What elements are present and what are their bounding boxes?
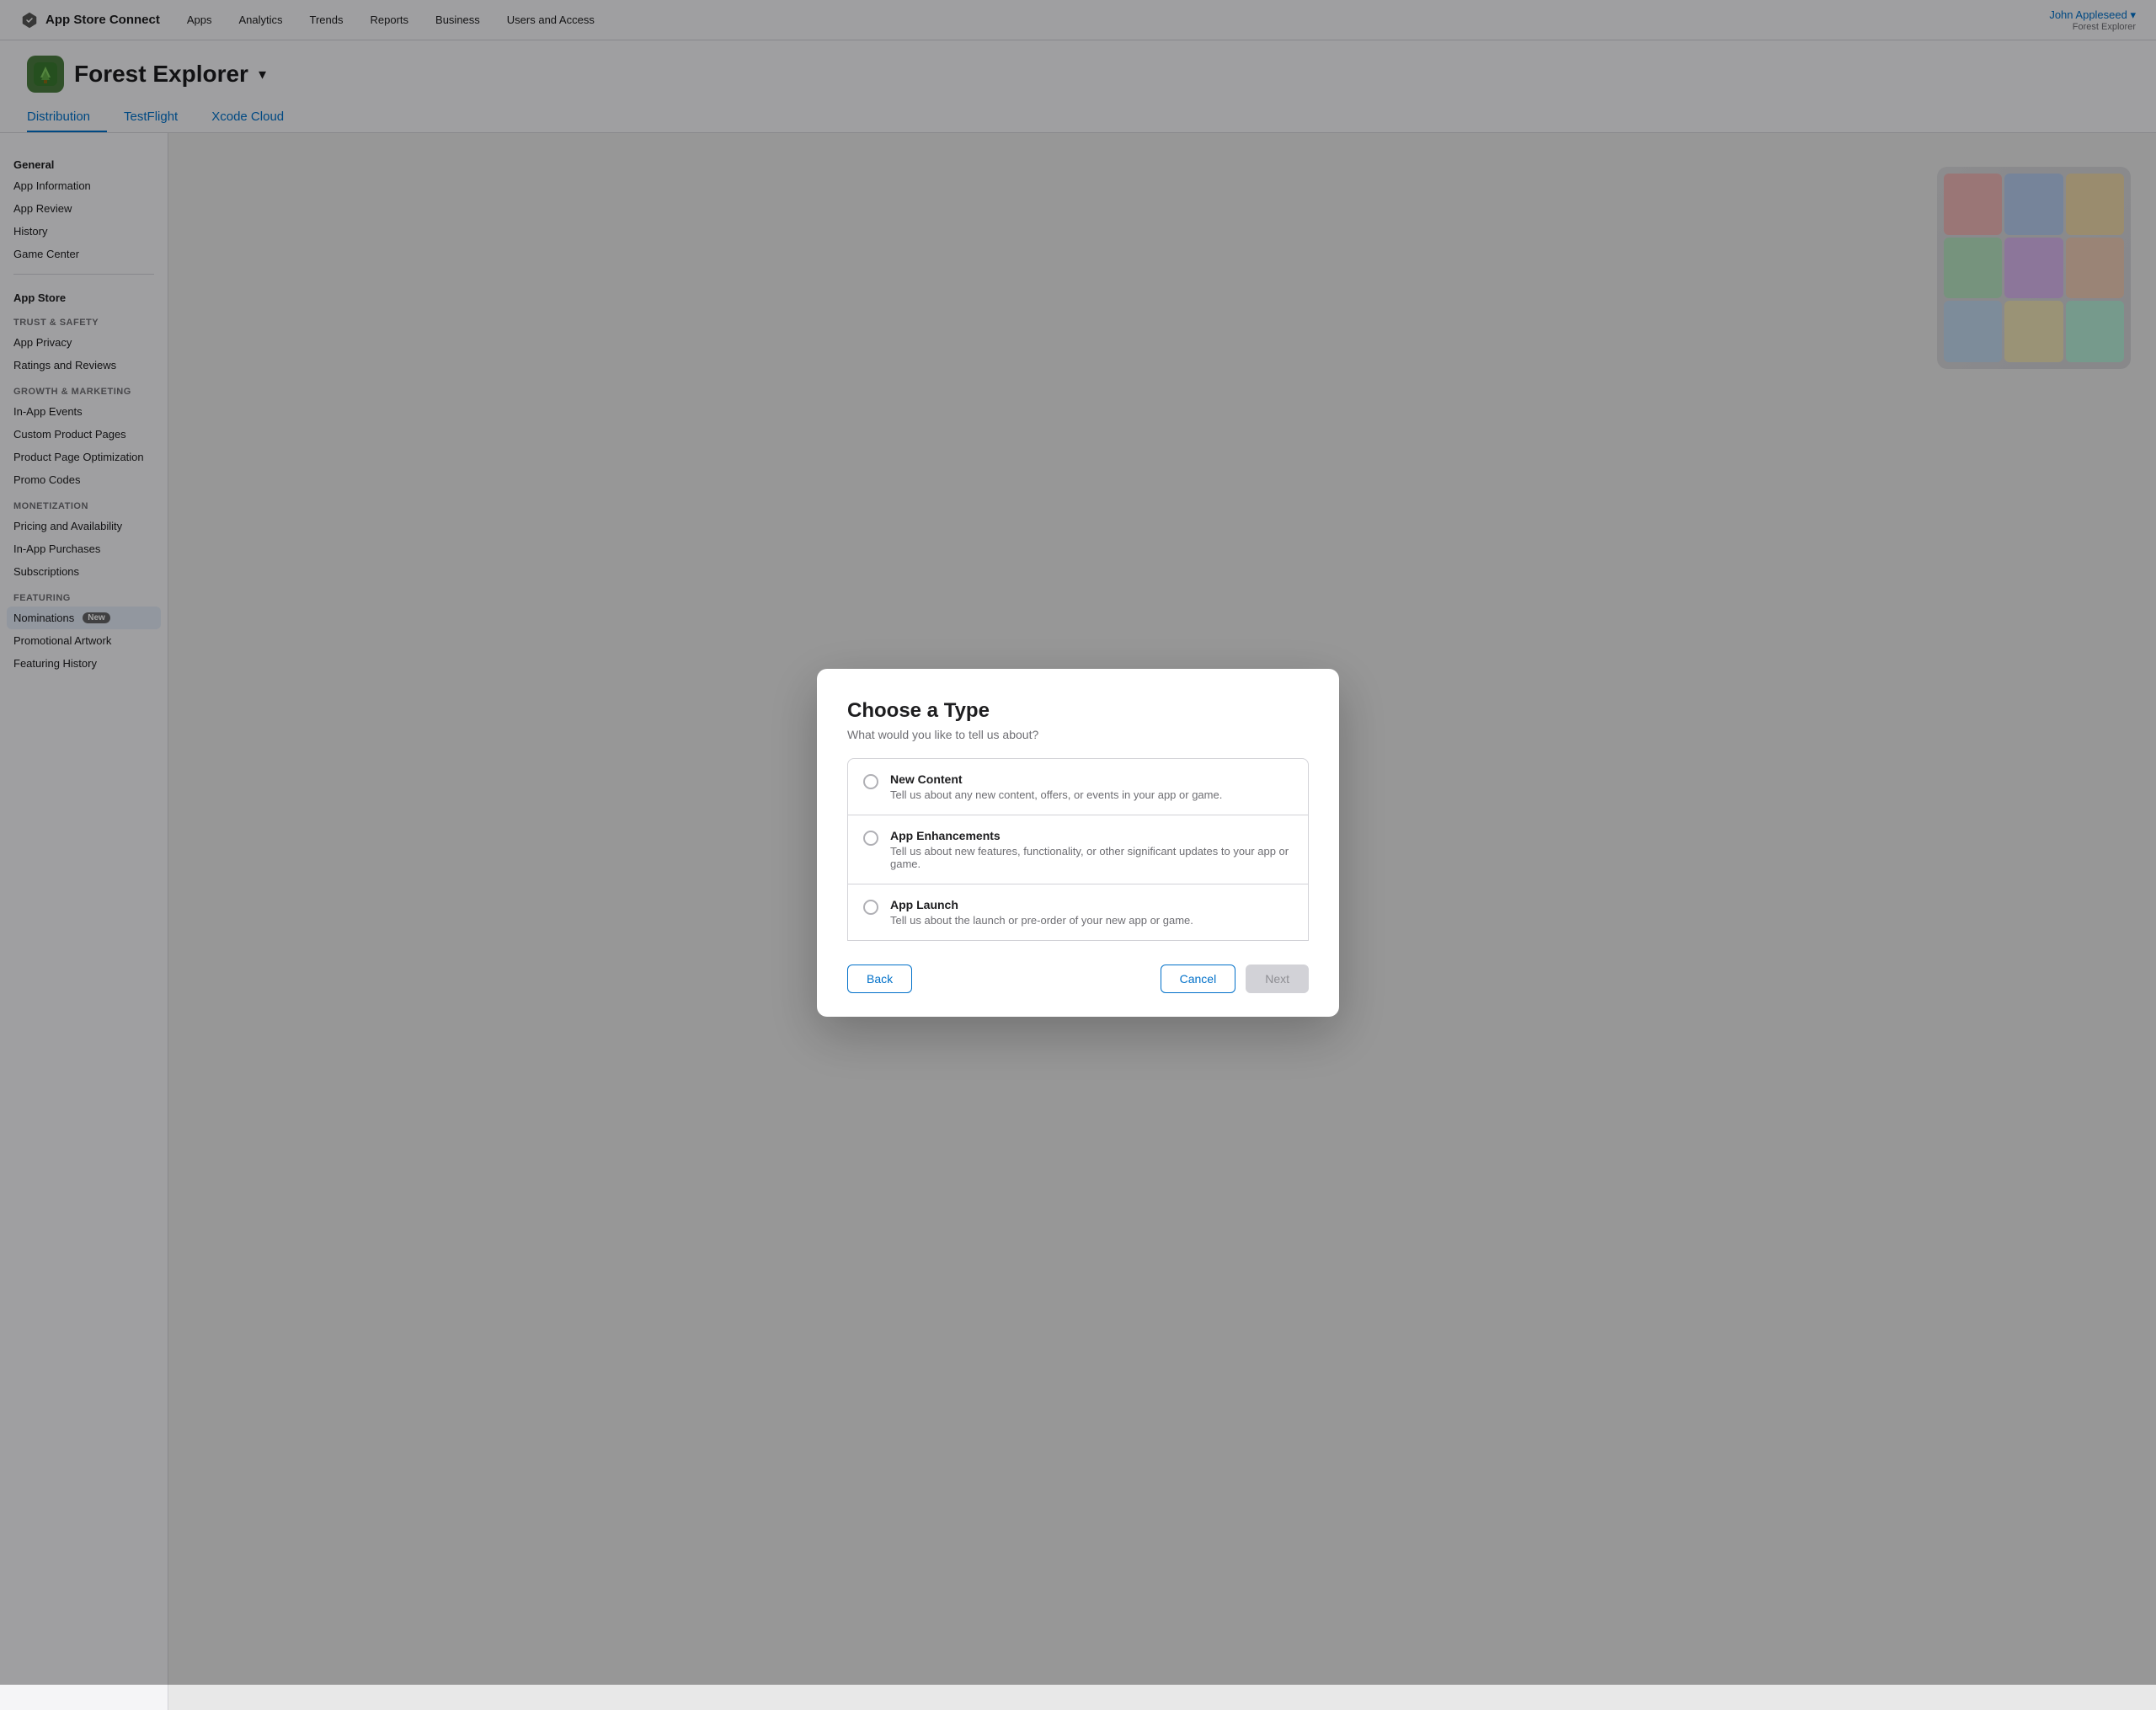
modal-footer-right: Cancel Next bbox=[1161, 965, 1309, 993]
option-app-enhancements[interactable]: App Enhancements Tell us about new featu… bbox=[847, 815, 1309, 884]
modal-subtitle: What would you like to tell us about? bbox=[847, 728, 1309, 741]
back-button[interactable]: Back bbox=[847, 965, 912, 993]
modal-title: Choose a Type bbox=[847, 699, 1309, 723]
radio-app-launch bbox=[863, 900, 878, 915]
next-button[interactable]: Next bbox=[1246, 965, 1309, 993]
cancel-button[interactable]: Cancel bbox=[1161, 965, 1236, 993]
option-new-content[interactable]: New Content Tell us about any new conten… bbox=[847, 758, 1309, 815]
option-new-content-desc: Tell us about any new content, offers, o… bbox=[890, 788, 1222, 801]
choose-type-modal: Choose a Type What would you like to tel… bbox=[817, 669, 1339, 1017]
radio-new-content bbox=[863, 774, 878, 789]
option-app-launch-desc: Tell us about the launch or pre-order of… bbox=[890, 914, 1193, 927]
option-app-launch[interactable]: App Launch Tell us about the launch or p… bbox=[847, 884, 1309, 941]
option-app-launch-title: App Launch bbox=[890, 898, 1193, 911]
option-app-enhancements-desc: Tell us about new features, functionalit… bbox=[890, 845, 1293, 870]
radio-app-enhancements bbox=[863, 831, 878, 846]
modal-overlay: Choose a Type What would you like to tel… bbox=[0, 0, 2156, 1685]
option-app-enhancements-title: App Enhancements bbox=[890, 829, 1293, 842]
option-new-content-title: New Content bbox=[890, 772, 1222, 786]
modal-footer: Back Cancel Next bbox=[847, 965, 1309, 993]
